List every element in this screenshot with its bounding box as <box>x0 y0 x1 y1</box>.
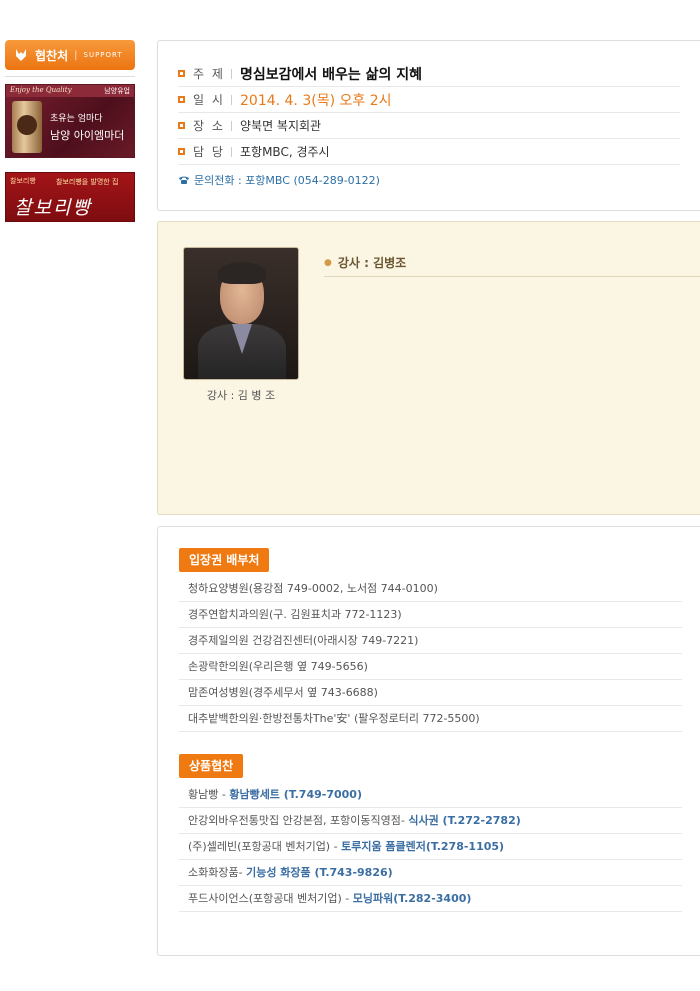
list-item: 경주연합치과의원(구. 김원표치과 772-1123) <box>179 602 682 628</box>
info-key: 일 시 <box>193 93 225 107</box>
list-item: 손광락한의원(우리은행 옆 749-5656) <box>179 654 682 680</box>
info-row-place: 장 소 양북면 복지회관 <box>178 113 680 139</box>
info-key: 담 당 <box>193 145 225 159</box>
sponsor-name: (주)셀레빈(포항공대 벤처기업) - <box>188 840 342 853</box>
divider <box>231 146 232 157</box>
list-item: (주)셀레빈(포항공대 벤처기업) - 토루지움 폼클렌저(T.278-1105… <box>179 834 682 860</box>
sponsor-product: 기능성 화장품 (T.743-9826) <box>246 866 393 879</box>
banner-namyang[interactable]: Enjoy the Quality 남양유업 초유는 엄마다 남양 아이엠마더 <box>5 84 135 158</box>
bullet-icon <box>178 70 185 77</box>
divider <box>231 94 232 105</box>
banner-tagline: Enjoy the Quality <box>10 86 72 94</box>
banner-brand: 남양유업 <box>104 87 130 95</box>
ticket-distribution-title: 입장권 배부처 <box>179 548 270 572</box>
list-item: 안강외바우전통맛집 안강본점, 포항이동직영점- 식사권 (T.272-2782… <box>179 808 682 834</box>
sponsor-product: 토루지움 폼클렌저(T.278-1105) <box>341 840 505 853</box>
distribution-panel: 입장권 배부처 청하요양병원(용강점 749-0002, 노서점 744-010… <box>157 526 700 956</box>
info-value-place: 양북면 복지회관 <box>240 119 322 133</box>
product-can-image <box>12 101 42 153</box>
info-value-topic: 명심보감에서 배우는 삶의 지혜 <box>240 66 423 83</box>
distribution-list: 청하요양병원(용강점 749-0002, 노서점 744-0100) 경주연합치… <box>179 576 682 732</box>
support-separator: | <box>74 49 78 61</box>
contact-text: 문의전화 : 포항MBC (054-289-0122) <box>194 174 380 187</box>
info-row-topic: 주 제 명심보감에서 배우는 삶의 지혜 <box>178 61 680 87</box>
sidebar: 협찬처 | SUPPORT Enjoy the Quality 남양유업 초유는… <box>5 40 135 222</box>
info-row-date: 일 시 2014. 4. 3(목) 오후 2시 <box>178 87 680 113</box>
sponsor-product: 식사권 (T.272-2782) <box>408 814 521 827</box>
banner2-title: 찰보리빵 <box>14 197 92 219</box>
sponsor-product: 황남빵세트 (T.749-7000) <box>229 788 362 801</box>
list-item: 푸드사이언스(포항공대 벤처기업) - 모닝파워(T.282-3400) <box>179 886 682 912</box>
hands-icon <box>16 49 26 61</box>
dot-icon: ● <box>324 257 332 268</box>
lecturer-photo <box>183 247 299 380</box>
banner2-small-left: 찰보리빵 <box>10 177 36 185</box>
list-item: 황남빵 - 황남빵세트 (T.749-7000) <box>179 782 682 808</box>
sponsor-name: 안강외바우전통맛집 안강본점, 포항이동직영점- <box>188 814 409 827</box>
sponsor-title: 상품협찬 <box>179 754 244 778</box>
support-label: 협찬처 <box>35 48 69 63</box>
photo-hair <box>218 262 266 284</box>
support-tab[interactable]: 협찬처 | SUPPORT <box>5 40 135 70</box>
info-key: 장 소 <box>193 119 225 133</box>
list-item: 맘존여성병원(경주세무서 옆 743-6688) <box>179 680 682 706</box>
list-item: 청하요양병원(용강점 749-0002, 노서점 744-0100) <box>179 576 682 602</box>
info-row-organizer: 담 당 포항MBC, 경주시 <box>178 139 680 165</box>
phone-icon <box>179 176 189 184</box>
info-value-date: 2014. 4. 3(목) 오후 2시 <box>240 92 392 109</box>
divider <box>231 68 232 79</box>
sponsor-name: 푸드사이언스(포항공대 벤처기업) - <box>188 892 353 905</box>
info-key: 주 제 <box>193 67 225 81</box>
sponsor-section: 상품협찬 <box>179 754 680 778</box>
list-item: 소화화장품- 기능성 화장품 (T.743-9826) <box>179 860 682 886</box>
list-item: 경주제일의원 건강검진센터(아래시장 749-7221) <box>179 628 682 654</box>
lecturer-caption: 강사 : 김 병 조 <box>206 389 276 402</box>
banner-chalbori[interactable]: 찰보리빵 찰보리빵을 발명한 집 찰보리빵 <box>5 172 135 222</box>
lecturer-panel: 강사 : 김 병 조 ● 강사 : 김병조 <box>157 221 700 515</box>
bullet-icon <box>178 122 185 129</box>
bullet-icon <box>178 96 185 103</box>
event-info-panel: 주 제 명심보감에서 배우는 삶의 지혜 일 시 2014. 4. 3(목) 오… <box>157 40 700 211</box>
sponsor-name: 황남빵 - <box>188 788 230 801</box>
divider <box>231 120 232 131</box>
banner-slogan: 초유는 엄마다 <box>50 114 103 124</box>
divider <box>5 76 135 84</box>
list-item: 대추밭백한의원·한방전통차The'安' (팔우정로터리 772-5500) <box>179 706 682 732</box>
info-value-organizer: 포항MBC, 경주시 <box>240 145 330 159</box>
sponsor-product: 모닝파워(T.282-3400) <box>352 892 472 905</box>
banner-product: 남양 아이엠마더 <box>50 129 125 142</box>
lecturer-heading-text: 강사 : 김병조 <box>337 256 407 270</box>
banner2-small-right: 찰보리빵을 발명한 집 <box>56 178 119 186</box>
support-label-en: SUPPORT <box>83 51 123 59</box>
contact-row: 문의전화 : 포항MBC (054-289-0122) <box>178 167 680 193</box>
lecturer-heading: ● 강사 : 김병조 <box>324 249 700 277</box>
sponsor-name: 소화화장품- <box>188 866 247 879</box>
bullet-icon <box>178 148 185 155</box>
sponsor-list: 황남빵 - 황남빵세트 (T.749-7000) 안강외바우전통맛집 안강본점,… <box>179 782 682 912</box>
